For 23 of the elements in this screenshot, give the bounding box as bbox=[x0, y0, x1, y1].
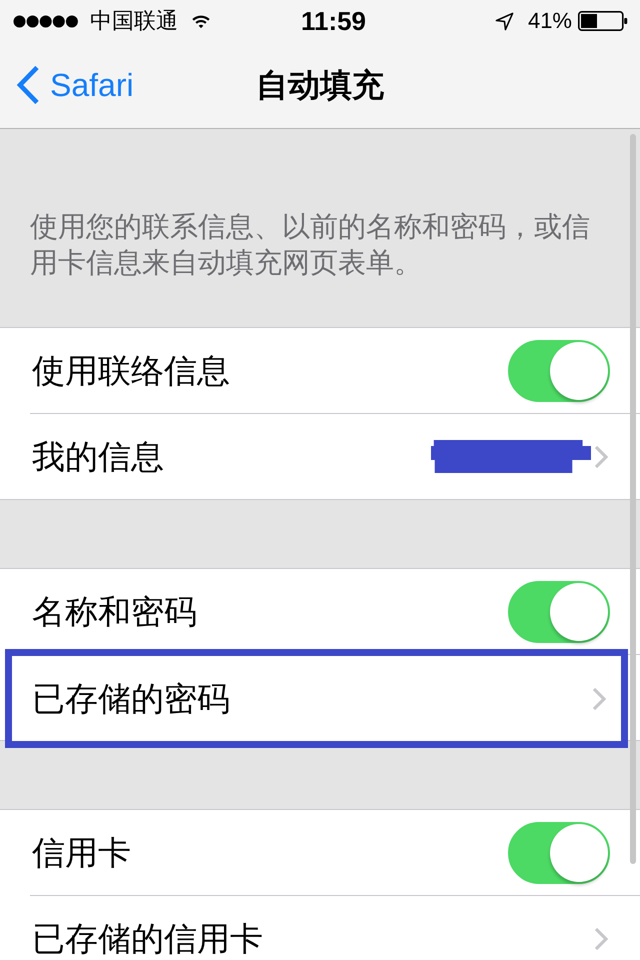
row-label: 我的信息 bbox=[32, 438, 165, 474]
toggle-switch[interactable] bbox=[508, 580, 610, 642]
chevron-left-icon bbox=[16, 65, 40, 105]
row-label: 信用卡 bbox=[32, 834, 132, 870]
description-text: 使用您的联系信息、以前的名称和密码，或信用卡信息来自动填充网页表单。 bbox=[30, 210, 591, 280]
row-label: 已存储的密码 bbox=[32, 680, 231, 716]
location-arrow-icon bbox=[494, 12, 514, 30]
battery-percent: 41% bbox=[528, 8, 572, 34]
signal-icon bbox=[13, 14, 79, 28]
toggle-switch[interactable] bbox=[508, 822, 610, 884]
back-button[interactable]: Safari bbox=[0, 65, 134, 105]
wifi-icon bbox=[191, 14, 211, 28]
carrier-name: 中国联通 bbox=[90, 8, 178, 34]
chevron-right-icon bbox=[594, 926, 608, 950]
row-label: 已存储的信用卡 bbox=[32, 920, 264, 956]
row-label: 使用联络信息 bbox=[32, 352, 231, 388]
toggle-switch[interactable] bbox=[508, 340, 610, 402]
battery-icon bbox=[578, 11, 628, 31]
chevron-right-icon bbox=[592, 686, 606, 710]
chevron-right-icon bbox=[594, 444, 608, 468]
status-time: 11:59 bbox=[300, 6, 366, 36]
page-title: 自动填充 bbox=[256, 66, 384, 105]
row-label: 名称和密码 bbox=[32, 594, 198, 630]
